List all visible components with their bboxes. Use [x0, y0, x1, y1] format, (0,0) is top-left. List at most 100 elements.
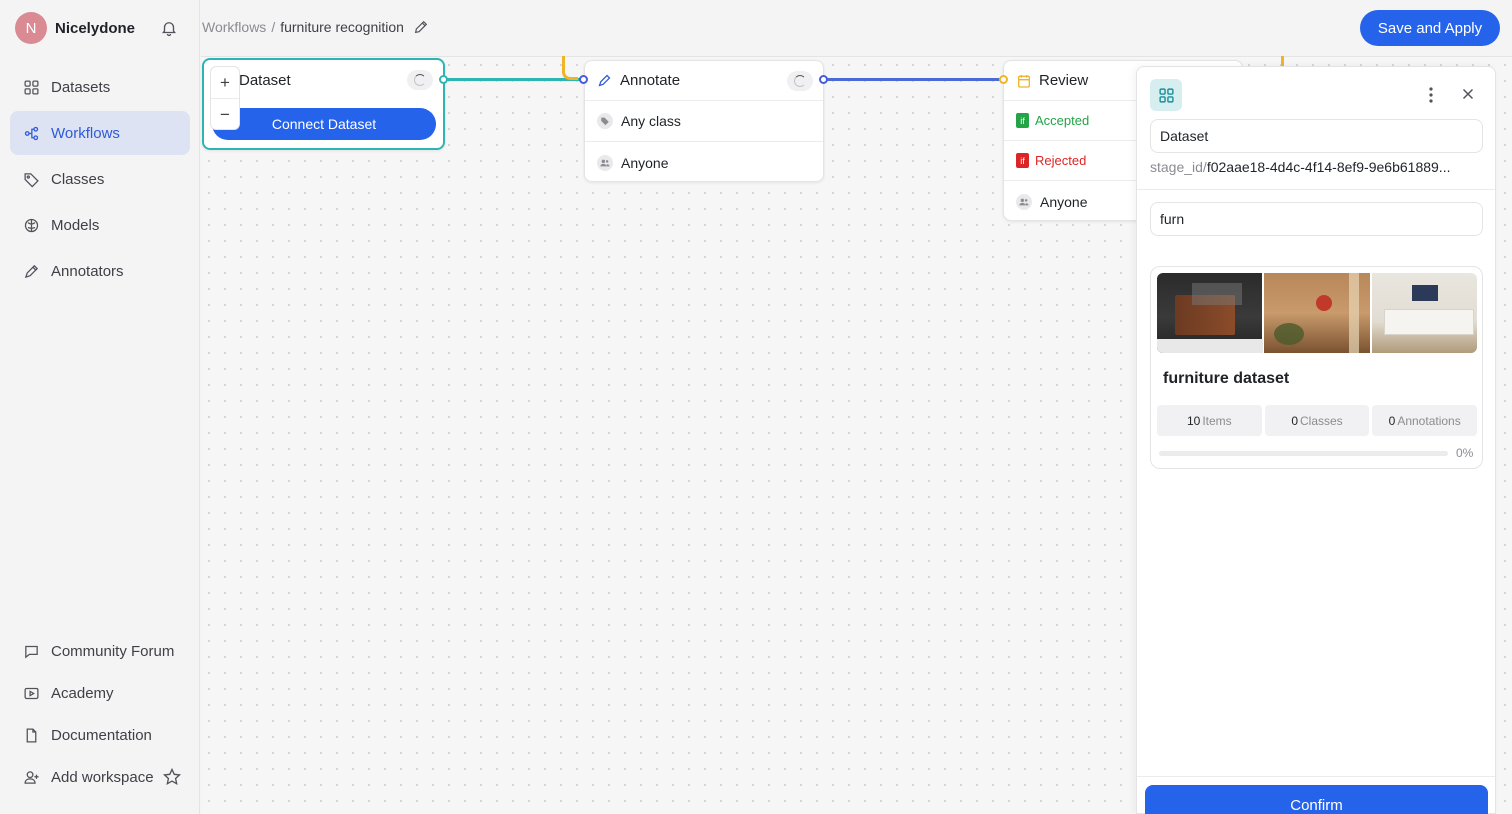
sidebar-item-label: Models: [51, 216, 100, 234]
dataset-card[interactable]: furniture dataset 10 Items 0 Classes 0 Anno…: [1150, 266, 1483, 469]
save-and-apply-button[interactable]: Save and Apply: [1360, 10, 1500, 46]
sidebar-item-documentation[interactable]: Documentation: [10, 713, 190, 757]
classes-stat: 0 Classes: [1264, 405, 1370, 436]
if-badge: if: [1016, 153, 1029, 168]
classes-label: Classes: [1300, 413, 1343, 428]
breadcrumb-root[interactable]: Workflows: [202, 19, 266, 35]
items-count: 10: [1186, 413, 1201, 428]
loading-icon: [787, 71, 813, 91]
sidebar: N Nicelydone Datasets Workflows Classes …: [0, 0, 200, 814]
brain-icon: [22, 216, 40, 234]
annotate-class-row[interactable]: Any class: [585, 101, 823, 142]
annotate-output-port[interactable]: [819, 75, 828, 84]
annotations-label: Annotations: [1397, 413, 1461, 428]
more-options-icon[interactable]: [1423, 85, 1439, 105]
pen-icon: [598, 74, 611, 87]
zoom-out-button[interactable]: −: [211, 99, 239, 131]
tag-icon: [597, 113, 613, 129]
play-icon: [22, 684, 40, 702]
stage-id-prefix: stage_id/: [1150, 159, 1207, 175]
edge-dataset-annotate: [447, 78, 581, 81]
annotate-class-label: Any class: [621, 113, 681, 129]
items-label: Items: [1202, 413, 1232, 428]
annotate-assignee-row[interactable]: Anyone: [585, 142, 823, 183]
annotate-node-header: Annotate: [585, 61, 823, 101]
sidebar-item-academy[interactable]: Academy: [10, 671, 190, 715]
breadcrumb: Workflows / furniture recognition: [202, 19, 429, 35]
annotations-count: 0: [1388, 413, 1396, 428]
dataset-search-input[interactable]: [1150, 202, 1483, 236]
edit-icon[interactable]: [413, 19, 429, 35]
dataset-stage-icon: [1150, 79, 1182, 111]
confirm-button[interactable]: Confirm: [1145, 785, 1488, 814]
dataset-card-title: furniture dataset: [1163, 370, 1290, 387]
thumbnail-image: [1157, 273, 1263, 353]
zoom-in-button[interactable]: +: [211, 67, 239, 99]
review-input-port[interactable]: [999, 75, 1008, 84]
review-rejected-label: Rejected: [1035, 153, 1087, 168]
stage-settings-panel: stage_id/f02aae18-4d4c-4f14-8ef9-9e6b618…: [1136, 66, 1496, 814]
dataset-output-port[interactable]: [439, 75, 448, 84]
if-badge: if: [1016, 113, 1029, 128]
grid-icon: [22, 78, 40, 96]
bell-icon[interactable]: [160, 19, 178, 37]
sidebar-item-datasets[interactable]: Datasets: [10, 65, 190, 109]
sidebar-item-label: Annotators: [51, 262, 124, 280]
dataset-stats: 10 Items 0 Classes 0 Annotations: [1157, 405, 1478, 436]
annotations-stat: 0 Annotations: [1372, 405, 1478, 436]
users-icon: [597, 154, 613, 171]
divider: [1137, 189, 1495, 190]
review-node-title: Review: [1039, 72, 1089, 89]
classes-count: 0: [1291, 413, 1298, 428]
stage-name-input[interactable]: [1150, 119, 1483, 153]
user-plus-icon: [22, 768, 40, 786]
stage-id: stage_id/f02aae18-4d4c-4f14-8ef9-9e6b618…: [1150, 159, 1485, 175]
annotate-node[interactable]: Annotate Any class Anyone: [584, 60, 824, 182]
close-icon[interactable]: [1459, 85, 1477, 103]
annotate-input-port[interactable]: [579, 75, 588, 84]
document-icon: [22, 726, 40, 744]
breadcrumb-current: furniture recognition: [280, 19, 404, 35]
thumbnail-image: [1371, 273, 1477, 353]
edge-annotate-review: [827, 78, 1001, 81]
sidebar-item-label: Classes: [51, 170, 105, 188]
profile[interactable]: N Nicelydone: [15, 12, 135, 44]
progress-label: 0%: [1456, 446, 1474, 460]
edge-loop-out: [1281, 56, 1284, 66]
star-icon[interactable]: [162, 767, 182, 787]
connect-dataset-button[interactable]: Connect Dataset: [212, 108, 436, 140]
sidebar-item-community-forum[interactable]: Community Forum: [10, 629, 190, 673]
sidebar-item-label: Documentation: [51, 726, 152, 744]
sidebar-item-label: Datasets: [51, 78, 111, 96]
loading-icon: [407, 70, 433, 90]
sidebar-item-label: Academy: [51, 684, 114, 702]
chat-icon: [22, 642, 40, 660]
review-icon: [1018, 74, 1030, 88]
breadcrumb-separator: /: [271, 19, 276, 35]
profile-name[interactable]: Nicelydone: [55, 20, 135, 37]
review-accepted-label: Accepted: [1035, 113, 1090, 128]
dataset-node-title: Dataset: [239, 72, 291, 89]
items-stat: 10 Items: [1157, 405, 1262, 436]
annotate-assignee-label: Anyone: [621, 154, 669, 171]
workflow-icon: [22, 124, 40, 142]
progress-bar: [1159, 451, 1448, 456]
tag-icon: [22, 170, 40, 188]
pen-icon: [22, 262, 40, 280]
sidebar-item-workflows[interactable]: Workflows: [10, 111, 190, 155]
sidebar-item-classes[interactable]: Classes: [10, 157, 190, 201]
users-icon: [1016, 193, 1032, 210]
dataset-thumbnails: [1157, 273, 1477, 353]
review-assignee-label: Anyone: [1040, 193, 1088, 210]
panel-footer-divider: [1137, 776, 1495, 777]
zoom-controls: + −: [210, 66, 240, 130]
edge-loop-in: [562, 56, 578, 80]
sidebar-item-label: Workflows: [51, 124, 120, 142]
sidebar-item-models[interactable]: Models: [10, 203, 190, 247]
sidebar-item-label: Add workspace: [51, 768, 154, 786]
sidebar-item-label: Community Forum: [51, 642, 175, 660]
stage-id-value: f02aae18-4d4c-4f14-8ef9-9e6b61889...: [1206, 159, 1451, 175]
avatar[interactable]: N: [15, 12, 47, 44]
sidebar-item-annotators[interactable]: Annotators: [10, 249, 190, 293]
annotate-node-title: Annotate: [620, 72, 681, 89]
